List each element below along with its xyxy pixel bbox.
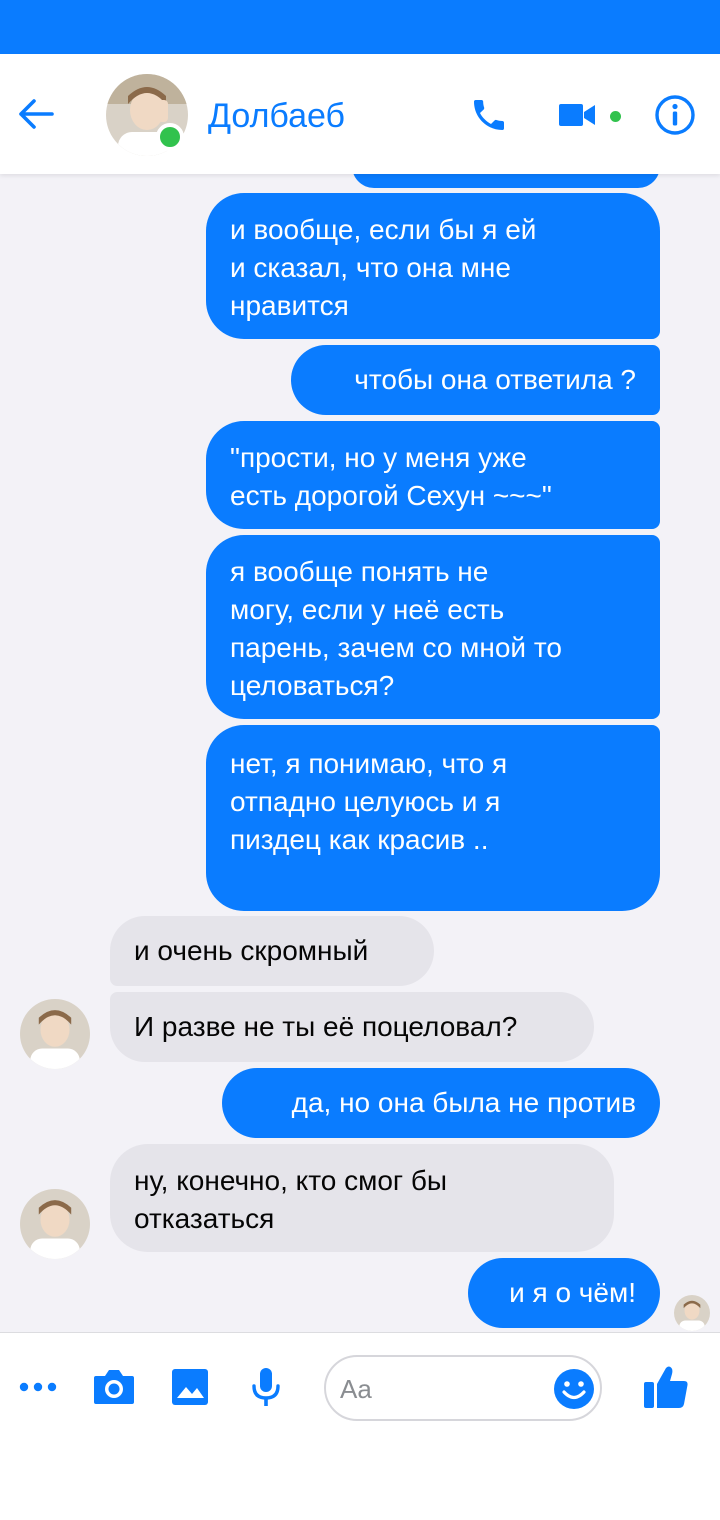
message-bubble-outgoing[interactable]: я вообще понять не могу, если у неё есть… bbox=[206, 535, 660, 719]
back-button[interactable] bbox=[14, 92, 58, 136]
message-text: я вообще понять не могу, если у неё есть… bbox=[230, 556, 562, 701]
microphone-icon bbox=[252, 1368, 280, 1406]
message-bubble-incoming[interactable]: и очень скромный bbox=[110, 916, 434, 986]
gallery-button[interactable] bbox=[166, 1363, 214, 1411]
message-bubble-outgoing[interactable]: и вообще, если бы я ей и сказал, что она… bbox=[206, 193, 660, 339]
message-bubble-outgoing[interactable]: чтобы она ответила ? bbox=[291, 345, 660, 415]
message-text: и очень скромный bbox=[134, 935, 369, 966]
chat-header: Долбаеб bbox=[0, 54, 720, 174]
voice-call-button[interactable] bbox=[466, 92, 512, 138]
like-button[interactable] bbox=[640, 1361, 692, 1413]
message-input-box[interactable] bbox=[324, 1355, 602, 1421]
sender-avatar[interactable] bbox=[20, 999, 90, 1069]
message-bubble-outgoing[interactable]: и я о чём! bbox=[468, 1258, 660, 1328]
image-icon bbox=[172, 1369, 208, 1405]
more-actions-button[interactable] bbox=[14, 1363, 62, 1411]
info-button[interactable] bbox=[652, 92, 698, 138]
camera-button[interactable] bbox=[90, 1363, 138, 1411]
thumbs-up-icon bbox=[644, 1366, 688, 1408]
more-dots-icon bbox=[19, 1382, 57, 1392]
message-bubble-outgoing[interactable]: да, но она была не против bbox=[222, 1068, 660, 1138]
message-input[interactable] bbox=[340, 1369, 540, 1409]
emoji-button[interactable] bbox=[552, 1367, 596, 1411]
camera-icon bbox=[94, 1370, 134, 1404]
seen-indicator-avatar bbox=[674, 1295, 710, 1331]
message-bubble-incoming[interactable]: И разве не ты её поцеловал? bbox=[110, 992, 594, 1062]
message-composer bbox=[0, 1332, 720, 1520]
message-text: нет, я понимаю, что я отпадно целуюсь и … bbox=[230, 748, 508, 855]
message-text: чтобы она ответила ? bbox=[354, 364, 636, 395]
message-text: да, но она была не против bbox=[291, 1087, 636, 1118]
message-text: И разве не ты её поцеловал? bbox=[134, 1011, 518, 1042]
phone-icon bbox=[474, 100, 504, 130]
message-bubble-outgoing[interactable]: "прости, но у меня уже есть дорогой Сеху… bbox=[206, 421, 660, 529]
emoji-icon bbox=[554, 1369, 594, 1409]
sender-avatar[interactable] bbox=[20, 1189, 90, 1259]
info-icon bbox=[655, 95, 695, 135]
video-camera-icon bbox=[559, 104, 595, 126]
voice-message-button[interactable] bbox=[242, 1363, 290, 1411]
message-text: "прости, но у меня уже есть дорогой Сеху… bbox=[230, 442, 552, 511]
message-text: и я о чём! bbox=[509, 1277, 636, 1308]
message-bubble-incoming[interactable]: ну, конечно, кто смог бы отказаться bbox=[110, 1144, 614, 1252]
video-active-dot bbox=[610, 111, 621, 122]
message-bubble-outgoing[interactable]: нет, я понимаю, что я отпадно целуюсь и … bbox=[206, 725, 660, 911]
message-text: и вообще, если бы я ей и сказал, что она… bbox=[230, 214, 537, 321]
message-text: ну, конечно, кто смог бы отказаться bbox=[134, 1165, 448, 1234]
contact-name[interactable]: Долбаеб bbox=[208, 94, 345, 138]
online-status-dot bbox=[156, 123, 184, 151]
video-call-button[interactable] bbox=[554, 94, 600, 136]
back-arrow-icon bbox=[19, 99, 54, 129]
status-bar bbox=[0, 0, 720, 54]
